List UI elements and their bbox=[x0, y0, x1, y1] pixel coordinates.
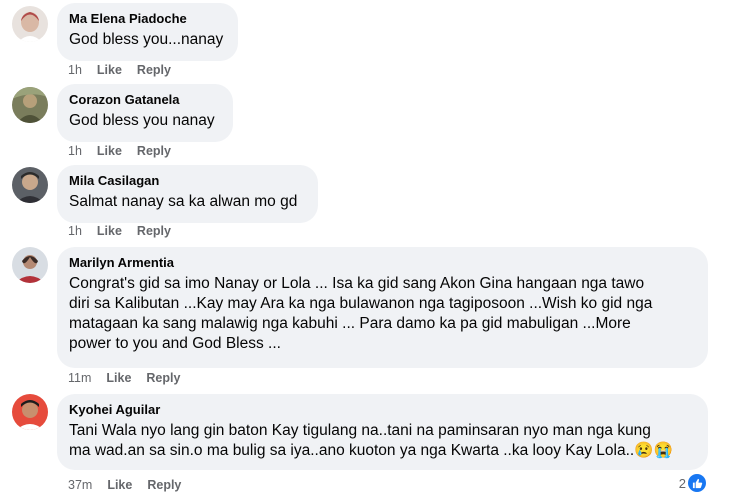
comment-actions: 1h Like Reply bbox=[68, 63, 171, 77]
comment-text-line: Congrat's gid sa imo Nanay or Lola ... I… bbox=[69, 275, 645, 292]
commenter-name[interactable]: Mila Casilagan bbox=[69, 173, 306, 189]
comment-text-line: Tani Wala nyo lang gin baton Kay tigulan… bbox=[69, 422, 651, 439]
comment-text: God bless you nanay bbox=[69, 112, 215, 129]
like-reaction-icon bbox=[688, 474, 706, 492]
timestamp[interactable]: 1h bbox=[68, 224, 82, 238]
comment-text-line: power to you and God Bless ... bbox=[69, 335, 281, 352]
comment-bubble: Marilyn Armentia Congrat's gid sa imo Na… bbox=[57, 247, 708, 368]
timestamp[interactable]: 11m bbox=[68, 371, 91, 385]
commenter-name[interactable]: Kyohei Aguilar bbox=[69, 402, 696, 418]
avatar[interactable] bbox=[12, 247, 48, 283]
comment-bubble: Kyohei Aguilar Tani Wala nyo lang gin ba… bbox=[57, 394, 708, 470]
like-button[interactable]: Like bbox=[97, 63, 122, 77]
commenter-name[interactable]: Corazon Gatanela bbox=[69, 92, 221, 108]
timestamp[interactable]: 1h bbox=[68, 144, 82, 158]
avatar[interactable] bbox=[12, 394, 48, 430]
timestamp[interactable]: 1h bbox=[68, 63, 82, 77]
avatar[interactable] bbox=[12, 6, 48, 42]
reply-button[interactable]: Reply bbox=[137, 144, 171, 158]
like-button[interactable]: Like bbox=[107, 478, 132, 492]
avatar[interactable] bbox=[12, 87, 48, 123]
timestamp[interactable]: 37m bbox=[68, 478, 92, 492]
like-button[interactable]: Like bbox=[97, 144, 122, 158]
commenter-name[interactable]: Ma Elena Piadoche bbox=[69, 11, 226, 27]
comment-text-line: matagaan ka sang malawig nga kabuhi ... … bbox=[69, 315, 631, 332]
comment-actions: 37m Like Reply bbox=[68, 478, 181, 492]
reply-button[interactable]: Reply bbox=[146, 371, 180, 385]
avatar[interactable] bbox=[12, 167, 48, 203]
reply-button[interactable]: Reply bbox=[137, 63, 171, 77]
comment-text: Salmat nanay sa ka alwan mo gd bbox=[69, 193, 298, 210]
like-button[interactable]: Like bbox=[106, 371, 131, 385]
comment-bubble: Mila Casilagan Salmat nanay sa ka alwan … bbox=[57, 165, 318, 223]
like-button[interactable]: Like bbox=[97, 224, 122, 238]
comment-bubble: Corazon Gatanela God bless you nanay bbox=[57, 84, 233, 142]
comment-actions: 1h Like Reply bbox=[68, 144, 171, 158]
reaction-summary[interactable]: 2 bbox=[679, 474, 706, 492]
comment-actions: 1h Like Reply bbox=[68, 224, 171, 238]
comment-text-line: diri sa Kalibutan ...Kay may Ara ka nga … bbox=[69, 295, 653, 312]
comment-text-line: ma wad.an sa sin.o ma bulig sa iya..ano … bbox=[69, 442, 673, 459]
commenter-name[interactable]: Marilyn Armentia bbox=[69, 255, 696, 271]
comment-actions: 11m Like Reply bbox=[68, 371, 180, 385]
reply-button[interactable]: Reply bbox=[137, 224, 171, 238]
comment-bubble: Ma Elena Piadoche God bless you...nanay bbox=[57, 3, 238, 61]
comment-text: God bless you...nanay bbox=[69, 31, 224, 48]
reply-button[interactable]: Reply bbox=[147, 478, 181, 492]
reaction-count: 2 bbox=[678, 475, 686, 491]
